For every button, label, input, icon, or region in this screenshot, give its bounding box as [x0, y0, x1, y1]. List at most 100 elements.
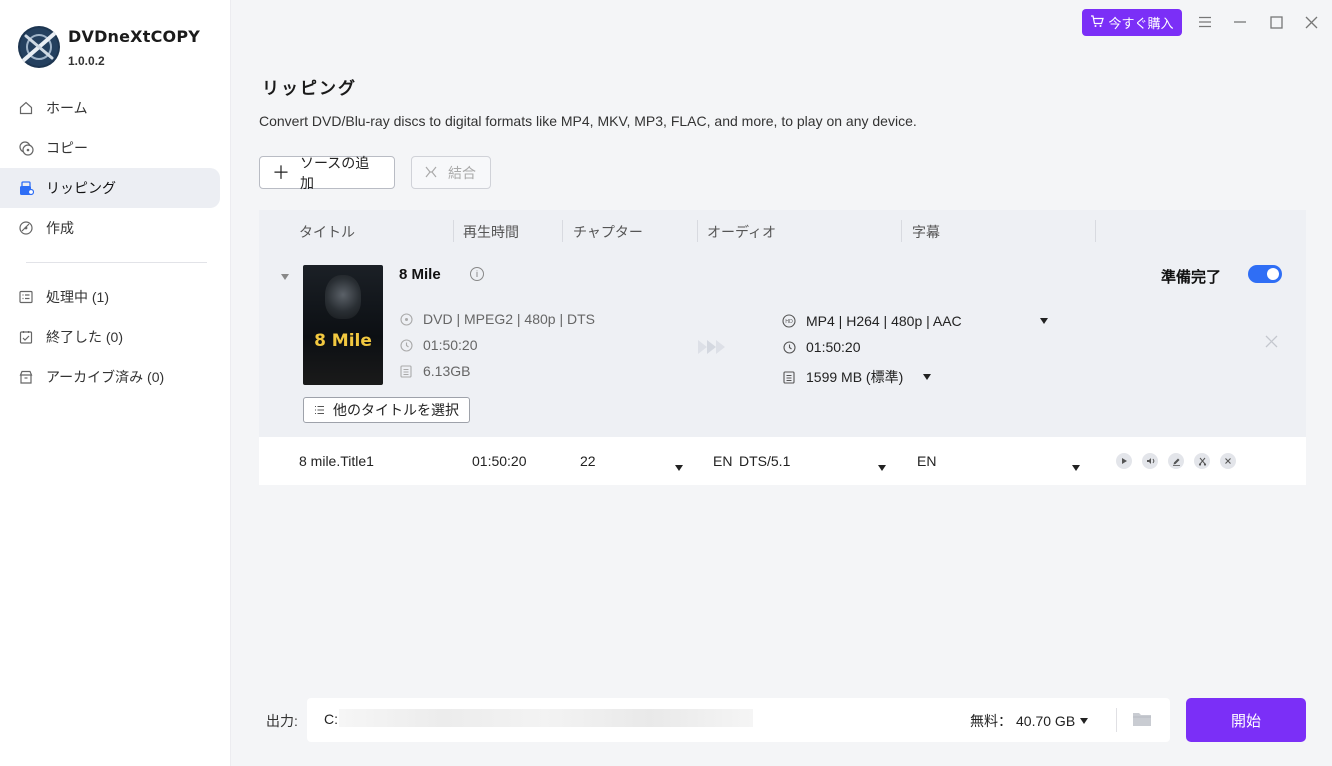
free-space-dropdown-icon[interactable] [1080, 718, 1089, 724]
ready-label: 準備完了 [1161, 269, 1222, 286]
output-duration: 01:50:20 [806, 339, 861, 355]
output-size-row[interactable]: 1599 MB (標準) [782, 367, 932, 387]
sidebar-item-archived[interactable]: アーカイブ済み (0) [0, 357, 220, 397]
column-header-chapter: チャプター [573, 224, 643, 240]
title-duration: 01:50:20 [472, 453, 527, 469]
info-icon[interactable]: i [470, 267, 484, 281]
column-separator [562, 220, 563, 242]
output-path-box[interactable]: C: 無料： 40.70 GB [307, 698, 1170, 742]
output-size-dropdown-icon[interactable] [923, 374, 932, 380]
hd-format-icon: HD [782, 314, 796, 328]
subtitle-dropdown-icon[interactable] [1072, 458, 1080, 476]
ready-toggle[interactable] [1248, 265, 1282, 283]
free-space-select[interactable]: 無料： 40.70 GB [970, 711, 1089, 731]
source-duration-row: 01:50:20 [399, 337, 478, 353]
select-other-titles-button[interactable]: 他のタイトルを選択 [303, 397, 470, 423]
output-format-row[interactable]: HD MP4 | H264 | 480p | AAC [782, 313, 1048, 329]
brand: DVDneXtCOPY 1.0.0.2 [18, 26, 200, 68]
sidebar-nav: ホーム コピー リッピング 作成 処理中 (1) 終了した (0) アーカイブ済… [0, 88, 231, 397]
folder-icon[interactable] [1132, 711, 1152, 732]
output-format-dropdown-icon[interactable] [1039, 318, 1048, 324]
collapse-caret-icon[interactable] [281, 267, 289, 285]
title-name: 8 mile.Title1 [299, 453, 374, 469]
merge-icon [424, 164, 438, 182]
chapter-dropdown-icon[interactable] [675, 458, 683, 476]
column-separator [453, 220, 454, 242]
audio-language[interactable]: EN [713, 453, 732, 469]
sidebar-item-label: 処理中 (1) [46, 289, 109, 305]
edit-icon[interactable] [1168, 453, 1184, 469]
start-button[interactable]: 開始 [1186, 698, 1306, 742]
sidebar-item-label: コピー [46, 140, 88, 156]
processing-icon [18, 289, 34, 305]
disc-icon [399, 312, 413, 326]
column-separator [901, 220, 902, 242]
file-size-icon [399, 364, 413, 378]
minimize-icon[interactable] [1231, 13, 1249, 31]
poster-figure [325, 275, 361, 319]
output-separator [1116, 708, 1117, 732]
page-description: Convert DVD/Blu-ray discs to digital for… [259, 113, 917, 129]
sidebar-item-create[interactable]: 作成 [0, 208, 220, 248]
table-row[interactable]: 8 mile.Title1 01:50:20 22 EN DTS/5.1 EN [259, 437, 1306, 485]
free-space-value: 40.70 GB [1016, 713, 1076, 729]
create-disc-icon [18, 220, 34, 236]
page-title: リッピング [262, 79, 357, 98]
source-duration: 01:50:20 [423, 337, 478, 353]
app-name: DVDneXtCOPY [68, 26, 201, 46]
add-source-label: ソースの追加 [300, 154, 370, 191]
table-header: タイトル 再生時間 チャプター オーディオ 字幕 [259, 210, 1306, 252]
chapter-select[interactable]: 22 [580, 453, 596, 469]
sidebar-item-copy[interactable]: コピー [0, 128, 220, 168]
output-label: 出力: [266, 713, 298, 729]
edit-audio-icon[interactable] [1142, 453, 1158, 469]
sidebar-item-ripping[interactable]: リッピング [0, 168, 220, 208]
cart-icon [1090, 14, 1105, 31]
output-path-redacted [339, 709, 753, 727]
app-logo-icon [18, 26, 60, 68]
free-space-label: 無料： [970, 713, 1012, 729]
finished-icon [18, 329, 34, 345]
svg-text:HD: HD [785, 319, 793, 325]
source-format: DVD | MPEG2 | 480p | DTS [423, 311, 595, 327]
sidebar-item-home[interactable]: ホーム [0, 88, 220, 128]
cut-icon[interactable] [1194, 453, 1210, 469]
audio-codec[interactable]: DTS/5.1 [739, 453, 790, 469]
source-size-row: 6.13GB [399, 363, 470, 379]
poster-title: 8 Mile [314, 331, 372, 351]
sidebar-item-finished[interactable]: 終了した (0) [0, 317, 220, 357]
source-title: 8 Mile [399, 266, 441, 283]
merge-button[interactable]: 結合 [411, 156, 491, 189]
clock-icon [399, 338, 413, 352]
sidebar-item-label: リッピング [46, 180, 116, 196]
delete-title-icon[interactable] [1220, 453, 1236, 469]
audio-dropdown-icon[interactable] [878, 458, 886, 476]
clock-icon [782, 340, 796, 354]
close-window-icon[interactable] [1302, 13, 1320, 31]
buy-now-label: 今すぐ購入 [1108, 16, 1174, 31]
column-header-duration: 再生時間 [463, 224, 519, 240]
output-duration-row: 01:50:20 [782, 339, 861, 355]
movie-poster: 8 Mile [303, 265, 383, 385]
buy-now-button[interactable]: 今すぐ購入 [1082, 9, 1182, 36]
column-header-subtitle: 字幕 [912, 224, 940, 240]
subtitle-select[interactable]: EN [917, 453, 936, 469]
output-size: 1599 MB (標準) [806, 369, 904, 385]
output-format: MP4 | H264 | 480p | AAC [806, 313, 962, 329]
sidebar-item-processing[interactable]: 処理中 (1) [0, 277, 220, 317]
remove-source-icon[interactable] [1265, 335, 1278, 353]
archive-icon [18, 369, 34, 385]
copy-disc-icon [18, 140, 34, 156]
maximize-icon[interactable] [1267, 13, 1285, 31]
add-source-button[interactable]: ＋ ソースの追加 [259, 155, 395, 191]
merge-label: 結合 [448, 164, 476, 181]
list-icon [314, 405, 325, 415]
plus-icon: ＋ [272, 162, 290, 183]
play-icon[interactable] [1116, 453, 1132, 469]
column-header-audio: オーディオ [707, 224, 777, 240]
source-format-row: DVD | MPEG2 | 480p | DTS [399, 311, 595, 327]
menu-icon[interactable] [1196, 13, 1214, 31]
sidebar-divider [26, 262, 207, 263]
column-separator [1095, 220, 1096, 242]
sidebar-item-label: 作成 [46, 220, 74, 236]
